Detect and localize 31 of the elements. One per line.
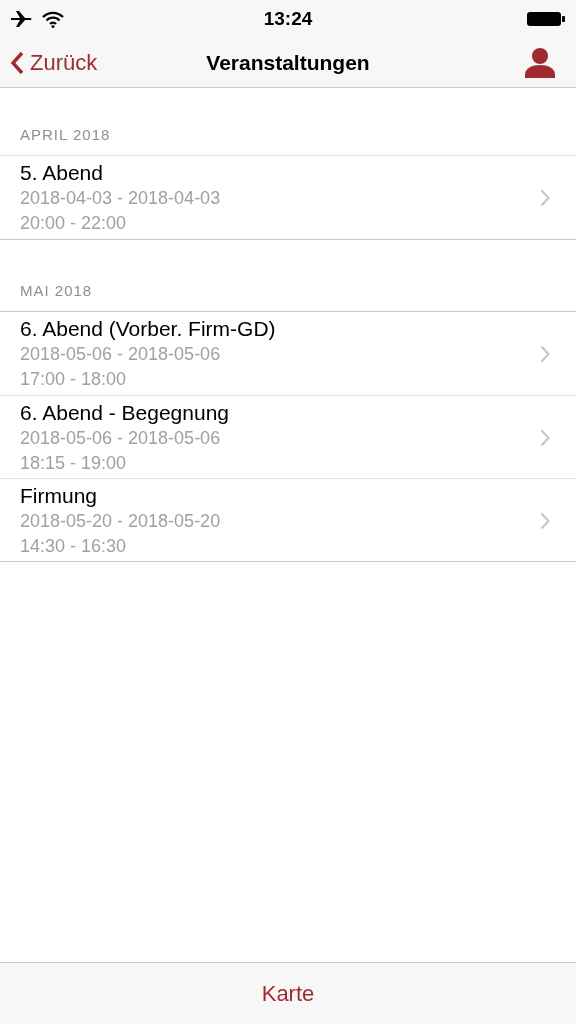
- person-icon[interactable]: [524, 47, 556, 78]
- section-header: APRIL 2018: [0, 88, 576, 156]
- airplane-icon: [10, 10, 34, 28]
- event-times: 14:30 - 16:30: [20, 534, 128, 558]
- event-dates: 2018-04-03 - 2018-04-03: [20, 187, 221, 210]
- chevron-icon: [540, 428, 550, 447]
- event-row[interactable]: 5. Abend 2018-04-03 - 2018-04-03 20:00 - 22:00: [0, 156, 576, 239]
- chevron-left-icon: [10, 50, 24, 75]
- event-dates: 2018-05-06 - 2018-05-06: [20, 426, 222, 450]
- event-title: 5. Abend: [20, 160, 104, 186]
- event-dates: 2018-05-06 - 2018-05-06: [20, 343, 222, 366]
- battery-icon: [526, 11, 566, 27]
- chevron-icon: [540, 511, 550, 530]
- status-time: 13:24: [263, 8, 313, 30]
- section-header: MAI 2018: [0, 240, 576, 312]
- wifi-icon: [42, 10, 64, 28]
- event-row[interactable]: 6. Abend - Begegnung 2018-05-06 - 2018-05-06 18:15 - 19:00: [0, 395, 576, 478]
- event-title: 6. Abend - Begegnung: [20, 399, 229, 426]
- event-row[interactable]: 6. Abend (Vorber. Firm-GD) 2018-05-06 - 2018-05-06 17:00 - 18:00: [0, 312, 576, 395]
- event-times: 17:00 - 18:00: [20, 368, 128, 391]
- event-row[interactable]: Firmung 2018-05-20 - 2018-05-20 14:30 - 16:30: [0, 478, 576, 561]
- event-times: 18:15 - 19:00: [20, 451, 128, 475]
- chevron-icon: [540, 345, 550, 363]
- nav-title: Veranstaltungen: [206, 50, 370, 75]
- event-title: 6. Abend (Vorber. Firm-GD): [20, 316, 276, 342]
- event-title: Firmung: [20, 482, 99, 509]
- map-button[interactable]: Karte: [253, 976, 323, 1011]
- chevron-icon: [540, 189, 550, 207]
- event-dates: 2018-05-20 - 2018-05-20: [20, 509, 221, 533]
- event-times: 20:00 - 22:00: [20, 212, 128, 235]
- back-button[interactable]: Zurück: [10, 49, 98, 76]
